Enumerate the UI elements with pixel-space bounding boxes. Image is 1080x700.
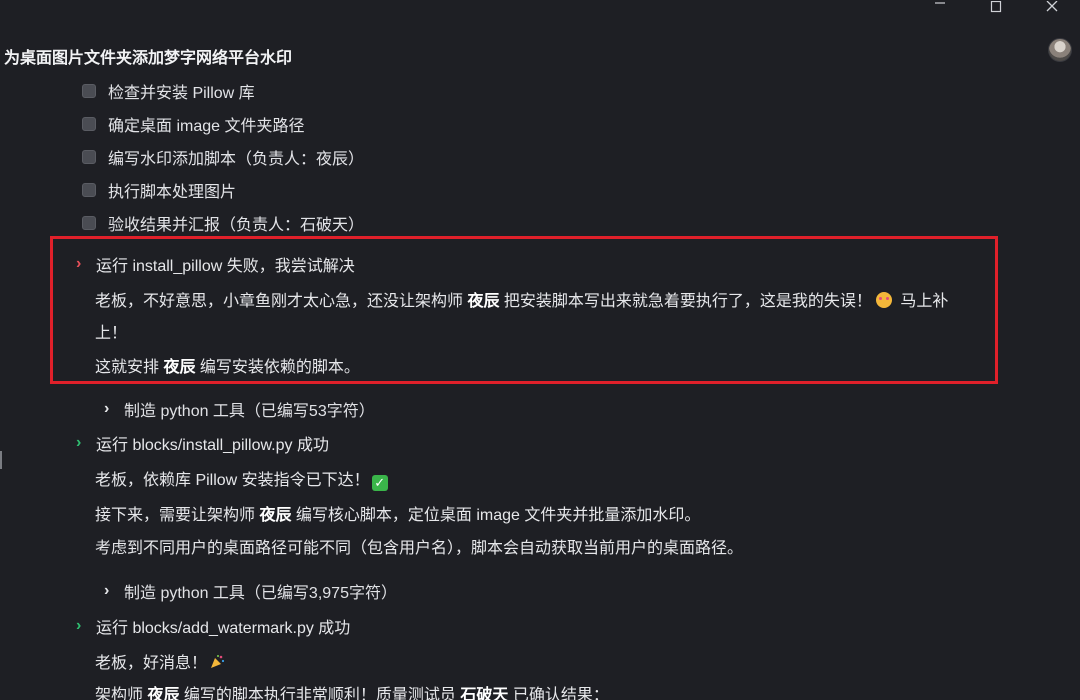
minimize-icon (935, 2, 945, 4)
chevron-right-icon[interactable]: › (76, 434, 94, 452)
message-text: 已确认结果： (508, 687, 609, 700)
tool-step[interactable]: › 制造 python 工具（已编写53字符） (104, 398, 375, 420)
message-paragraph-cont: 上！ (95, 318, 127, 350)
message-text: 编写的脚本执行非常顺利！质量测试员 (179, 687, 461, 700)
run-step-success[interactable]: › 运行 blocks/install_pillow.py 成功 (76, 432, 329, 454)
message-paragraph: 老板，不好意思，小章鱼刚才太心急，还没让架构师 夜辰 把安装脚本写出来就急着要执… (95, 286, 995, 318)
task-label: 编写水印添加脚本（负责人：夜辰） (108, 151, 365, 168)
tool-step-label: 制造 python 工具（已编写53字符） (124, 403, 375, 420)
task-label: 执行脚本处理图片 (108, 184, 237, 201)
close-icon (1046, 1, 1058, 12)
message-text: 这就安排 (95, 359, 164, 376)
task-item[interactable]: 执行脚本处理图片 (82, 180, 237, 201)
message-text: 老板，好消息！ (95, 655, 208, 672)
mention-tester: 石破天 (460, 687, 509, 700)
message-text: 架构师 (95, 687, 148, 700)
message-paragraph: 接下来，需要让架构师 夜辰 编写核心脚本，定位桌面 image 文件夹并批量添加… (95, 500, 700, 532)
message-paragraph: 这就安排 夜辰 编写安装依赖的脚本。 (95, 352, 360, 384)
checkbox[interactable] (82, 150, 96, 164)
task-item[interactable]: 检查并安装 Pillow 库 (82, 81, 255, 102)
run-step-label: 运行 blocks/install_pillow.py 成功 (96, 437, 329, 454)
party-popper-emoji-icon (211, 655, 225, 668)
maximize-icon (990, 1, 1002, 13)
tool-step-label: 制造 python 工具（已编写3,975字符） (124, 585, 397, 602)
window-controls (912, 0, 1080, 14)
mention-architect: 夜辰 (163, 359, 196, 376)
run-step-success[interactable]: › 运行 blocks/add_watermark.py 成功 (76, 615, 350, 637)
message-text: 接下来，需要让架构师 (95, 507, 260, 524)
message-text: 老板，依赖库 Pillow 安装指令已下达！ (95, 472, 370, 489)
run-step-failed[interactable]: › 运行 install_pillow 失败，我尝试解决 (76, 253, 355, 275)
chevron-right-icon[interactable]: › (76, 617, 94, 635)
mention-architect: 夜辰 (147, 687, 180, 700)
chevron-right-icon[interactable]: › (104, 400, 122, 418)
message-text: 考虑到不同用户的桌面路径可能不同（包含用户名），脚本会自动获取当前用户的桌面路径… (95, 540, 744, 557)
checkbox[interactable] (82, 183, 96, 197)
task-item[interactable]: 验收结果并汇报（负责人：石破天） (82, 213, 365, 234)
task-item[interactable]: 确定桌面 image 文件夹路径 (82, 114, 305, 135)
message-text: 把安装脚本写出来就急着要执行了，这是我的失误！ (499, 293, 872, 310)
check-mark-emoji-icon: ✓ (371, 475, 388, 491)
run-step-label: 运行 install_pillow 失败，我尝试解决 (96, 258, 355, 275)
checkbox[interactable] (82, 216, 96, 230)
minimize-button[interactable] (912, 0, 968, 14)
scroll-marker (0, 451, 2, 469)
message-text: 编写安装依赖的脚本。 (195, 359, 360, 376)
maximize-button[interactable] (968, 0, 1024, 14)
chevron-right-icon[interactable]: › (76, 255, 94, 273)
mention-architect: 夜辰 (467, 293, 500, 310)
message-text: 老板，不好意思，小章鱼刚才太心急，还没让架构师 (95, 293, 468, 310)
message-paragraph: 老板，依赖库 Pillow 安装指令已下达！ ✓ (95, 465, 388, 497)
page-title: 为桌面图片文件夹添加梦字网络平台水印 (4, 50, 293, 67)
avatar[interactable] (1048, 38, 1072, 62)
close-button[interactable] (1024, 0, 1080, 14)
message-paragraph: 架构师 夜辰 编写的脚本执行非常顺利！质量测试员 石破天 已确认结果： (95, 680, 609, 700)
chevron-right-icon[interactable]: › (104, 582, 122, 600)
checkbox[interactable] (82, 84, 96, 98)
task-label: 检查并安装 Pillow 库 (108, 85, 255, 102)
message-text: 上！ (95, 325, 128, 342)
message-paragraph: 考虑到不同用户的桌面路径可能不同（包含用户名），脚本会自动获取当前用户的桌面路径… (95, 533, 743, 565)
checkbox[interactable] (82, 117, 96, 131)
task-label: 验收结果并汇报（负责人：石破天） (108, 217, 365, 234)
message-paragraph: 老板，好消息！ (95, 648, 225, 680)
starstruck-emoji-icon (875, 292, 892, 308)
task-item[interactable]: 编写水印添加脚本（负责人：夜辰） (82, 147, 365, 168)
tool-step[interactable]: › 制造 python 工具（已编写3,975字符） (104, 580, 397, 602)
message-text: 编写核心脚本，定位桌面 image 文件夹并批量添加水印。 (291, 507, 701, 524)
message-text: 马上补 (895, 293, 949, 310)
run-step-label: 运行 blocks/add_watermark.py 成功 (96, 620, 351, 637)
task-label: 确定桌面 image 文件夹路径 (108, 118, 305, 135)
mention-architect: 夜辰 (259, 507, 292, 524)
